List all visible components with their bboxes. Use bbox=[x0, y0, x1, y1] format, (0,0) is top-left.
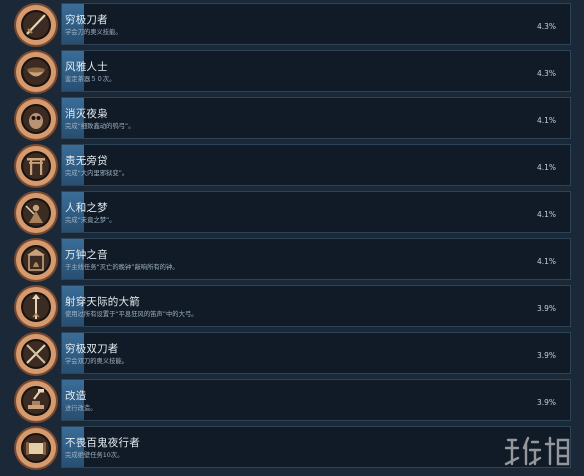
achievement-description: 进行改造。 bbox=[65, 405, 97, 412]
achievement-medal bbox=[14, 426, 58, 470]
achievement-row[interactable]: 射穿天际的大箭 使用过所有设置于“平息狂风的笛声”中的大弓。 3.9% bbox=[0, 283, 584, 330]
achievement-title: 穷极刀者 bbox=[65, 14, 108, 26]
achievement-description: 学会双刀的奥义技能。 bbox=[65, 358, 128, 365]
achievement-row[interactable]: 消灭夜枭 完成“细致鑫动的鸮弓”。 4.1% bbox=[0, 95, 584, 142]
achievement-title: 穷极双刀者 bbox=[65, 343, 119, 355]
achievement-medal bbox=[14, 191, 58, 235]
unlock-percentage: 3.9% bbox=[536, 304, 556, 313]
scroll-icon bbox=[26, 442, 46, 455]
achievement-title: 消灭夜枭 bbox=[65, 108, 108, 120]
unlock-percentage: 4.1% bbox=[536, 163, 556, 172]
achievement-title: 风雅人士 bbox=[65, 61, 108, 73]
achievement-medal bbox=[14, 3, 58, 47]
achievement-description: 学会刀的奥义技能。 bbox=[65, 29, 122, 36]
achievement-row[interactable]: 责无旁贷 完成“大内里邪狱变”。 4.1% bbox=[0, 142, 584, 189]
achievement-description: 完成“未竟之梦”。 bbox=[65, 217, 116, 224]
achievement-medal bbox=[14, 379, 58, 423]
achievement-description: 于主线任务“灭亡的晚钟”敲响所有的钟。 bbox=[65, 264, 179, 271]
achievement-description: 完成“大内里邪狱变”。 bbox=[65, 170, 129, 177]
achievement-bar: 万钟之音 于主线任务“灭亡的晚钟”敲响所有的钟。 4.1% bbox=[61, 238, 571, 280]
achievement-list: 穷极刀者 学会刀的奥义技能。 4.3% 风雅人士 鉴定茶器５０次。 4.3% 消… bbox=[0, 0, 584, 476]
achievement-medal bbox=[14, 285, 58, 329]
achievement-row[interactable]: 穷极刀者 学会刀的奥义技能。 4.3% bbox=[0, 1, 584, 48]
achievement-title: 不畏百鬼夜行者 bbox=[65, 437, 140, 449]
owl-icon bbox=[29, 113, 43, 129]
achievement-bar: 人和之梦 完成“未竟之梦”。 4.1% bbox=[61, 191, 571, 233]
achievement-medal bbox=[14, 238, 58, 282]
unlock-percentage: 4.1% bbox=[536, 257, 556, 266]
achievement-medal bbox=[14, 50, 58, 94]
unlock-percentage: 4.3% bbox=[536, 69, 556, 78]
achievement-bar: 不畏百鬼夜行者 完成绝壁任务10次。 bbox=[61, 426, 571, 468]
unlock-percentage: 4.1% bbox=[536, 210, 556, 219]
achievement-bar: 射穿天际的大箭 使用过所有设置于“平息狂风的笛声”中的大弓。 3.9% bbox=[61, 285, 571, 327]
achievement-row[interactable]: 风雅人士 鉴定茶器５０次。 4.3% bbox=[0, 48, 584, 95]
achievement-bar: 穷极双刀者 学会双刀的奥义技能。 3.9% bbox=[61, 332, 571, 374]
achievement-description: 完成“细致鑫动的鸮弓”。 bbox=[65, 123, 135, 130]
achievement-description: 完成绝壁任务10次。 bbox=[65, 452, 124, 459]
achievement-bar: 消灭夜枭 完成“细致鑫动的鸮弓”。 4.1% bbox=[61, 97, 571, 139]
watermark-logo bbox=[504, 436, 570, 466]
unlock-percentage: 4.3% bbox=[536, 22, 556, 31]
achievement-row[interactable]: 人和之梦 完成“未竟之梦”。 4.1% bbox=[0, 189, 584, 236]
achievement-bar: 改造 进行改造。 3.9% bbox=[61, 379, 571, 421]
achievement-row[interactable]: 不畏百鬼夜行者 完成绝壁任务10次。 bbox=[0, 424, 584, 471]
achievement-row[interactable]: 万钟之音 于主线任务“灭亡的晚钟”敲响所有的钟。 4.1% bbox=[0, 236, 584, 283]
achievement-title: 万钟之音 bbox=[65, 249, 108, 261]
achievement-medal bbox=[14, 97, 58, 141]
achievement-bar: 风雅人士 鉴定茶器５０次。 4.3% bbox=[61, 50, 571, 92]
achievement-medal bbox=[14, 332, 58, 376]
achievement-title: 改造 bbox=[65, 390, 87, 402]
achievement-bar: 穷极刀者 学会刀的奥义技能。 4.3% bbox=[61, 3, 571, 45]
achievement-bar: 责无旁贷 完成“大内里邪狱变”。 4.1% bbox=[61, 144, 571, 186]
achievement-row[interactable]: 改造 进行改造。 3.9% bbox=[0, 377, 584, 424]
achievement-title: 射穿天际的大箭 bbox=[65, 296, 140, 308]
achievement-medal bbox=[14, 144, 58, 188]
achievement-title: 人和之梦 bbox=[65, 202, 108, 214]
unlock-percentage: 3.9% bbox=[536, 351, 556, 360]
achievement-description: 使用过所有设置于“平息狂风的笛声”中的大弓。 bbox=[65, 311, 198, 318]
achievement-title: 责无旁贷 bbox=[65, 155, 108, 167]
achievement-row[interactable]: 穷极双刀者 学会双刀的奥义技能。 3.9% bbox=[0, 330, 584, 377]
unlock-percentage: 3.9% bbox=[536, 398, 556, 407]
achievement-description: 鉴定茶器５０次。 bbox=[65, 76, 116, 83]
unlock-percentage: 4.1% bbox=[536, 116, 556, 125]
